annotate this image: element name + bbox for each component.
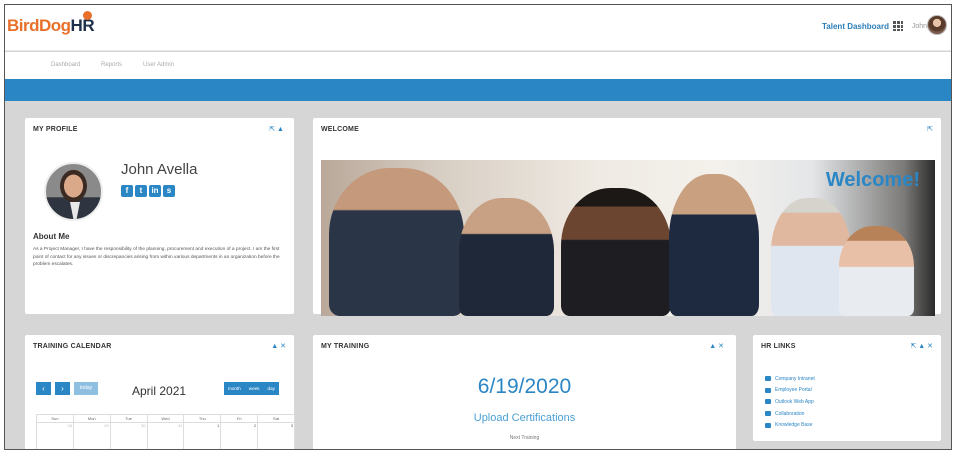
top-bar: BirdDogHR Talent Dashboard John xyxy=(5,5,951,51)
weekday-header: Sat xyxy=(257,414,295,423)
talent-dashboard-link[interactable]: Talent Dashboard xyxy=(822,22,889,31)
next-training-label: Next Training xyxy=(509,435,540,441)
weekday-header: Wed xyxy=(146,414,185,423)
social-links: f t in s xyxy=(121,185,175,197)
calendar-day[interactable]: 31 xyxy=(146,422,185,449)
sub-navigation: Dashboard Reports User Admin xyxy=(5,52,951,79)
panel-controls[interactable]: ⇱ ▲ xyxy=(269,125,284,133)
facebook-icon[interactable]: f xyxy=(121,185,133,197)
hr-link-knowledge-base[interactable]: Knowledge Base xyxy=(765,419,815,431)
panel-controls[interactable]: ⇱ ▲ ✕ xyxy=(910,342,933,350)
mail-icon xyxy=(765,399,771,405)
welcome-panel: Welcome ⇱ Welcome! xyxy=(313,118,941,316)
weekday-header: Fri xyxy=(220,414,259,423)
view-day-button[interactable]: day xyxy=(264,382,279,395)
calendar-month-title: April 2021 xyxy=(132,384,187,398)
weekday-header: Thu xyxy=(183,414,222,423)
view-month-button[interactable]: month xyxy=(224,382,245,395)
panel-title: My Profile xyxy=(33,126,78,133)
training-course-link[interactable]: Upload Certifications xyxy=(313,412,736,424)
next-month-button[interactable]: › xyxy=(55,382,70,395)
welcome-team-photo: Welcome! xyxy=(321,160,935,316)
calendar-day[interactable]: 2 xyxy=(220,422,259,449)
calendar-grid: Sun Mon Tue Wed Thu Fri Sat 28 29 30 31 … xyxy=(36,414,295,449)
weekday-header: Sun xyxy=(36,414,74,423)
twitter-icon[interactable]: t xyxy=(135,185,147,197)
calendar-day[interactable]: 30 xyxy=(109,422,148,449)
calendar-day[interactable]: 1 xyxy=(183,422,222,449)
calendar-day[interactable]: 3 xyxy=(257,422,295,449)
weekday-header: Tue xyxy=(109,414,148,423)
hr-link-employee-portal[interactable]: Employee Portal xyxy=(765,385,815,397)
panel-title: HR Links xyxy=(761,343,796,350)
calendar-day[interactable]: 29 xyxy=(72,422,111,449)
team-icon xyxy=(765,411,771,417)
prev-month-button[interactable]: ‹ xyxy=(36,382,51,395)
weekday-header: Mon xyxy=(72,414,111,423)
app-frame: BirdDogHR Talent Dashboard John Dashboar… xyxy=(4,4,952,450)
calendar-view-switch: month week day xyxy=(224,382,279,395)
panel-controls[interactable]: ⇱ xyxy=(927,125,933,133)
birddoghr-logo[interactable]: BirdDogHR xyxy=(7,11,95,36)
calendar-day[interactable]: 28 xyxy=(36,422,74,449)
nav-dashboard[interactable]: Dashboard xyxy=(51,62,80,68)
training-date: 6/19/2020 xyxy=(477,375,572,398)
panel-title: My Training xyxy=(321,343,370,350)
my-training-panel: My Training ▲ ✕ 6/19/2020 Upload Certifi… xyxy=(313,335,736,449)
linkedin-icon[interactable]: in xyxy=(149,185,161,197)
monitor-icon xyxy=(765,376,771,382)
panel-controls[interactable]: ▲ ✕ xyxy=(709,342,724,350)
about-text: As a Project Manager, I have the respons… xyxy=(33,247,280,268)
nav-reports[interactable]: Reports xyxy=(101,62,122,68)
nav-user-admin[interactable]: User Admin xyxy=(143,62,174,68)
hr-link-outlook-web-app[interactable]: Outlook Web App xyxy=(765,396,815,408)
hr-link-company-intranet[interactable]: Company Intranet xyxy=(765,373,815,385)
hr-link-collaboration[interactable]: Collaboration xyxy=(765,408,815,420)
panel-title: Welcome xyxy=(321,126,359,133)
hr-links-list: Company Intranet Employee Portal Outlook… xyxy=(765,373,815,431)
training-calendar-panel: Training Calendar ▲ ✕ ‹ › today April 20… xyxy=(25,335,295,449)
view-week-button[interactable]: week xyxy=(245,382,264,395)
today-button[interactable]: today xyxy=(74,382,98,395)
blue-banner-bar xyxy=(5,79,951,101)
paw-icon xyxy=(83,11,92,20)
panel-title: Training Calendar xyxy=(33,343,112,350)
user-icon xyxy=(765,387,771,393)
hr-links-panel: HR Links ⇱ ▲ ✕ Company Intranet Employee… xyxy=(753,335,941,441)
skype-icon[interactable]: s xyxy=(163,185,175,197)
apps-grid-icon[interactable] xyxy=(893,21,903,31)
about-heading: About Me xyxy=(33,232,70,241)
profile-photo xyxy=(44,162,103,221)
calendar-nav-buttons: ‹ › today xyxy=(36,382,98,395)
lightbulb-icon xyxy=(765,422,771,428)
welcome-banner-text: Welcome! xyxy=(825,169,920,191)
user-avatar[interactable] xyxy=(927,15,947,35)
panel-controls[interactable]: ▲ ✕ xyxy=(271,342,286,350)
my-profile-panel: My Profile ⇱ ▲ John Avella f t in s Abou… xyxy=(25,118,294,314)
user-name[interactable]: John xyxy=(912,23,927,30)
profile-name: John Avella xyxy=(121,161,198,178)
